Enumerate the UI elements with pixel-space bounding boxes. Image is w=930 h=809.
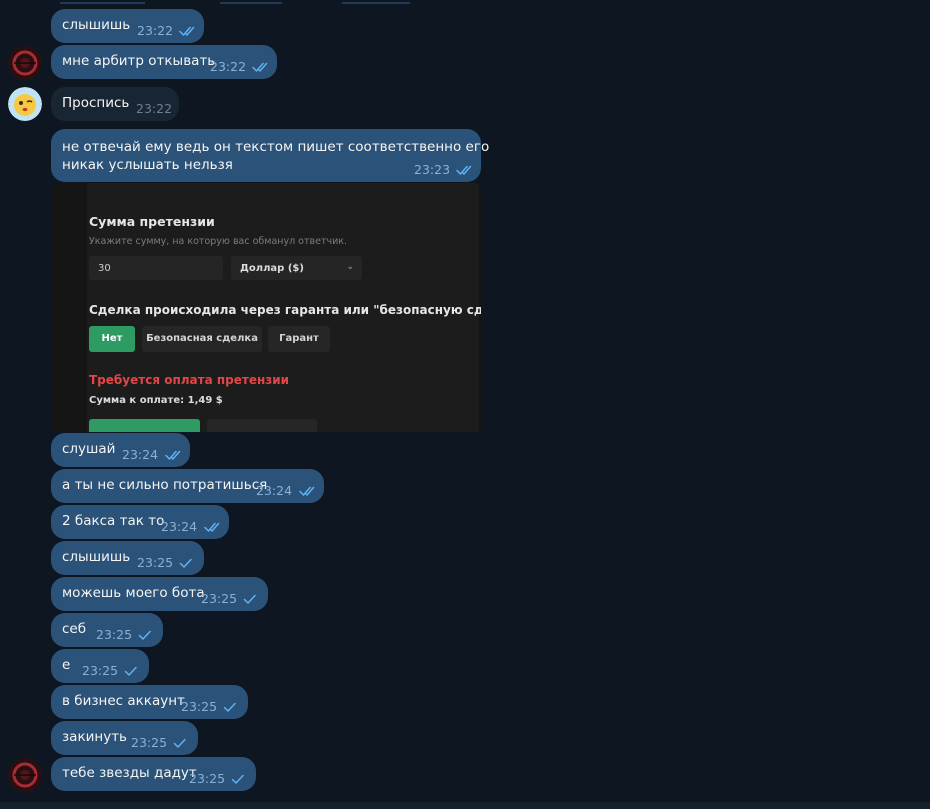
double-check-icon bbox=[204, 522, 220, 532]
message-time: 23:25 bbox=[96, 627, 133, 642]
attached-screenshot-image[interactable]: Сумма претензии Укажите сумму, на котору… bbox=[51, 183, 481, 432]
check-icon bbox=[243, 594, 256, 604]
message-bubble[interactable]: в бизнес аккаунт 23:25 bbox=[51, 685, 248, 719]
message-text: закинуть bbox=[62, 729, 128, 745]
chevron-down-icon: ⌄ bbox=[346, 262, 354, 272]
message-time: 23:23 bbox=[414, 162, 451, 177]
double-check-icon bbox=[456, 165, 472, 175]
claim-title: Сумма претензии bbox=[89, 214, 215, 229]
message-time: 23:25 bbox=[137, 555, 174, 570]
message-text: слышишь bbox=[62, 17, 131, 33]
message-bubble[interactable]: закинуть 23:25 bbox=[51, 721, 198, 755]
message-text: слушай bbox=[62, 441, 116, 457]
message-text: мне арбитр откывать bbox=[62, 53, 216, 69]
option-guarantor: Гарант bbox=[268, 326, 330, 352]
message-text-line2: никак услышать нельзя bbox=[62, 157, 233, 173]
message-time: 23:25 bbox=[189, 771, 226, 786]
amount-input: 30 bbox=[89, 256, 223, 280]
message-bubble[interactable]: слышишь 23:22 bbox=[51, 9, 204, 43]
message-bubble-incoming[interactable]: Проспись 23:22 bbox=[51, 87, 179, 121]
message-bubble[interactable]: не отвечай ему ведь он текстом пишет соо… bbox=[51, 129, 489, 182]
check-icon bbox=[173, 738, 186, 748]
option-safe-deal: Безопасная сделка bbox=[142, 326, 262, 352]
user-avatar[interactable] bbox=[8, 758, 42, 792]
message-bubble[interactable]: можешь моего бота 23:25 bbox=[51, 577, 268, 611]
message-bubble[interactable]: слушай 23:24 bbox=[51, 433, 190, 467]
message-text: е bbox=[62, 657, 71, 673]
double-check-icon bbox=[299, 486, 315, 496]
message-text: 2 бакса так то bbox=[62, 513, 165, 529]
message-bubble[interactable]: 2 бакса так то 23:24 bbox=[51, 505, 229, 539]
double-check-icon bbox=[252, 62, 268, 72]
message-text: в бизнес аккаунт bbox=[62, 693, 185, 709]
check-icon bbox=[138, 630, 151, 640]
message-bubble[interactable]: тебе звезды дадут 23:25 bbox=[51, 757, 256, 791]
currency-value: Доллар ($) bbox=[240, 263, 304, 274]
message-bubble[interactable]: себ 23:25 bbox=[51, 613, 163, 647]
message-time: 23:24 bbox=[122, 447, 159, 462]
double-check-icon bbox=[165, 450, 181, 460]
message-time: 23:22 bbox=[137, 23, 174, 38]
pay-later-button-cropped bbox=[207, 419, 317, 432]
message-text: а ты не сильно потратишься bbox=[62, 477, 268, 493]
message-time: 23:25 bbox=[131, 735, 168, 750]
message-text: себ bbox=[62, 621, 87, 637]
message-text: Проспись bbox=[62, 95, 130, 111]
double-check-icon bbox=[179, 26, 195, 36]
guarantor-question: Сделка происходила через гаранта или "бе… bbox=[89, 303, 481, 317]
check-icon bbox=[179, 558, 192, 568]
option-no: Нет bbox=[89, 326, 135, 352]
amount-value: 30 bbox=[98, 263, 111, 274]
message-bubble[interactable]: слышишь 23:25 bbox=[51, 541, 204, 575]
contact-avatar[interactable] bbox=[8, 87, 42, 121]
message-text: слышишь bbox=[62, 549, 131, 565]
currency-select: Доллар ($) ⌄ bbox=[231, 256, 362, 280]
message-time: 23:22 bbox=[136, 101, 173, 116]
check-icon bbox=[231, 774, 244, 784]
message-time: 23:22 bbox=[210, 59, 247, 74]
payment-required-text: Требуется оплата претензии bbox=[89, 373, 290, 387]
message-bubble[interactable]: мне арбитр откывать 23:22 bbox=[51, 45, 277, 79]
previous-content-strip bbox=[60, 0, 470, 6]
message-text: тебе звезды дадут bbox=[62, 765, 197, 781]
composer-edge bbox=[0, 802, 930, 809]
message-bubble[interactable]: е 23:25 bbox=[51, 649, 149, 683]
message-text-line1: не отвечай ему ведь он текстом пишет соо… bbox=[62, 139, 490, 155]
message-time: 23:25 bbox=[181, 699, 218, 714]
payment-amount-text: Сумма к оплате: 1,49 $ bbox=[89, 395, 223, 406]
message-time: 23:24 bbox=[256, 483, 293, 498]
message-bubble[interactable]: а ты не сильно потратишься 23:24 bbox=[51, 469, 324, 503]
message-text: можешь моего бота bbox=[62, 585, 205, 601]
message-time: 23:25 bbox=[82, 663, 119, 678]
user-avatar[interactable] bbox=[8, 46, 42, 80]
check-icon bbox=[223, 702, 236, 712]
message-time: 23:25 bbox=[201, 591, 238, 606]
pay-now-button-cropped bbox=[89, 419, 200, 432]
message-time: 23:24 bbox=[161, 519, 198, 534]
check-icon bbox=[124, 666, 137, 676]
claim-hint: Укажите сумму, на которую вас обманул от… bbox=[89, 236, 348, 247]
